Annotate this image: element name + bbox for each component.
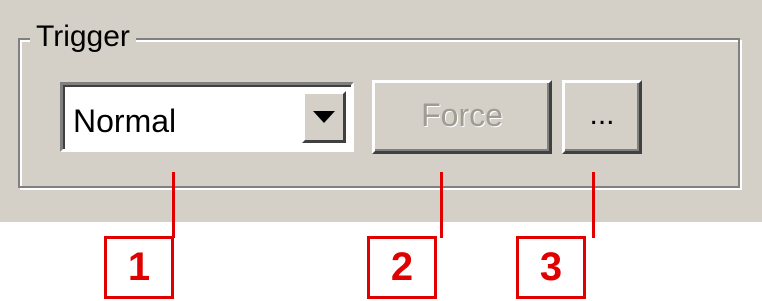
groupbox-title: Trigger [30,20,136,54]
callout-number: 2 [390,245,414,289]
force-button-label: Force [421,97,503,133]
force-button[interactable]: Force [372,80,552,154]
callout-box-1: 1 [104,236,174,299]
callout-box-2: 2 [367,236,437,299]
more-options-label: ... [589,98,615,131]
page: Trigger Normal Force ... 1 2 3 [0,0,762,301]
more-options-button[interactable]: ... [562,80,642,154]
dropdown-toggle-button[interactable] [302,91,346,143]
callout-line-2 [440,172,443,238]
callout-line-3 [592,172,595,238]
callout-number: 1 [127,245,151,289]
callout-line-1 [172,172,175,238]
trigger-mode-dropdown[interactable]: Normal [60,82,354,152]
callout-box-3: 3 [516,236,586,299]
trigger-mode-value: Normal [73,103,177,139]
callout-number: 3 [539,245,563,289]
chevron-down-icon [313,111,335,123]
trigger-panel: Trigger Normal Force ... [0,0,762,222]
